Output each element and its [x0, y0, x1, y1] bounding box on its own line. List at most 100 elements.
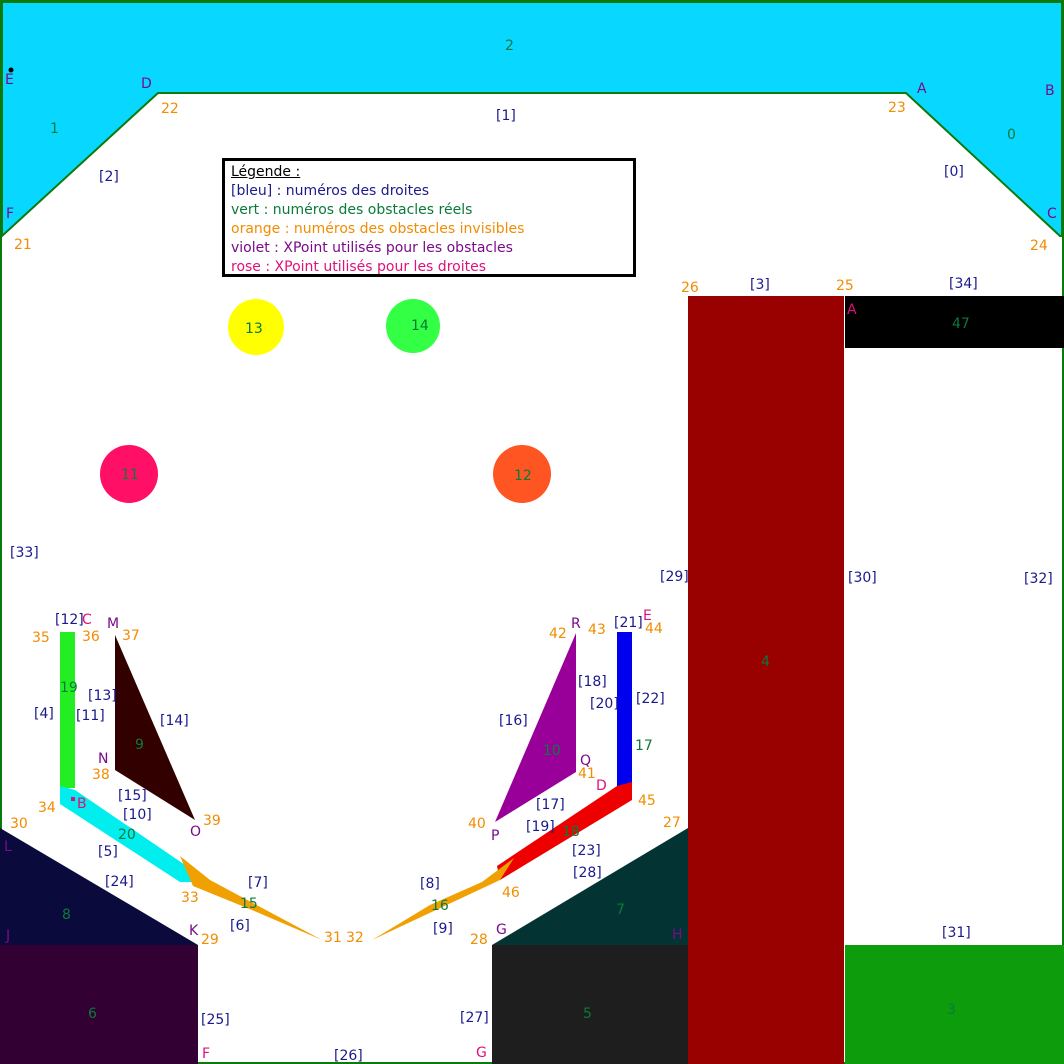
label-invisible-32: 32	[346, 930, 364, 946]
label-xpoint-H: H	[672, 927, 683, 943]
obstacle-19	[60, 632, 75, 788]
label-xpoint-Q: Q	[580, 753, 591, 769]
label-invisible-33: 33	[181, 890, 199, 906]
label-line-point-D: D	[596, 778, 607, 794]
label-xpoint-P: P	[491, 828, 499, 844]
label-xpoint-R: R	[571, 616, 581, 632]
legend-rose: rose : XPoint utilisés pour les droites	[231, 259, 486, 275]
label-line-25: [25]	[201, 1012, 230, 1028]
point-marker-b	[71, 797, 75, 801]
label-line-point-B: B	[77, 796, 87, 812]
label-invisible-24: 24	[1030, 238, 1048, 254]
label-obstacle-1: 1	[50, 121, 59, 137]
label-line-13: [13]	[88, 688, 117, 704]
label-line-31: [31]	[942, 925, 971, 941]
label-line-30: [30]	[848, 570, 877, 586]
label-invisible-28: 28	[470, 932, 488, 948]
label-obstacle-4: 4	[761, 654, 770, 670]
label-invisible-22: 22	[161, 101, 179, 117]
label-xpoint-J: J	[5, 928, 10, 944]
label-xpoint-G: G	[496, 922, 507, 938]
label-line-26: [26]	[334, 1048, 363, 1064]
label-xpoint-E: E	[5, 72, 14, 88]
label-invisible-42: 42	[549, 626, 567, 642]
label-line-16: [16]	[499, 713, 528, 729]
label-obstacle-5: 5	[583, 1006, 592, 1022]
label-line-1: [1]	[496, 108, 516, 124]
label-invisible-39: 39	[203, 813, 221, 829]
label-line-point-F: F	[202, 1046, 210, 1062]
label-obstacle-17: 17	[635, 738, 653, 754]
label-line-20: [20]	[590, 696, 619, 712]
label-obstacle-7: 7	[616, 902, 625, 918]
label-line-21: [21]	[614, 615, 643, 631]
label-line-29: [29]	[660, 569, 689, 585]
label-obstacle-11: 11	[121, 467, 139, 483]
label-line-19: [19]	[526, 819, 555, 835]
label-obstacle-20: 20	[118, 827, 136, 843]
label-obstacle-3: 3	[947, 1002, 956, 1018]
label-xpoint-L: L	[4, 839, 12, 855]
legend-green: vert : numéros des obstacles réels	[231, 202, 473, 218]
label-line-4: [4]	[34, 706, 54, 722]
label-line-12: [12]	[55, 612, 84, 628]
obstacle-6	[0, 945, 198, 1064]
label-invisible-36: 36	[82, 629, 100, 645]
legend-violet: violet : XPoint utilisés pour les obstac…	[231, 240, 513, 256]
label-invisible-23: 23	[888, 100, 906, 116]
label-xpoint-N: N	[98, 751, 108, 767]
label-obstacle-9: 9	[135, 737, 144, 753]
label-obstacle-18: 18	[562, 824, 580, 840]
label-obstacle-13: 13	[245, 321, 263, 337]
label-invisible-46: 46	[502, 885, 520, 901]
label-line-27: [27]	[460, 1010, 489, 1026]
label-line-point-A: A	[847, 302, 857, 318]
label-xpoint-K: K	[189, 923, 199, 939]
label-line-0: [0]	[944, 164, 964, 180]
label-xpoint-A: A	[917, 81, 927, 97]
label-invisible-26: 26	[681, 280, 699, 296]
label-line-28: [28]	[573, 865, 602, 881]
obstacle-5	[492, 945, 688, 1064]
label-obstacle-8: 8	[62, 907, 71, 923]
label-line-7: [7]	[248, 875, 268, 891]
label-xpoint-O: O	[190, 824, 201, 840]
legend-box: Légende : [bleu] : numéros des droites v…	[222, 158, 636, 277]
label-line-33: [33]	[10, 545, 39, 561]
label-invisible-21: 21	[14, 237, 32, 253]
label-invisible-40: 40	[468, 816, 486, 832]
obstacle-4	[688, 296, 844, 1064]
label-invisible-38: 38	[92, 767, 110, 783]
legend-orange: orange : numéros des obstacles invisible…	[231, 221, 525, 237]
label-obstacle-19: 19	[60, 680, 78, 696]
label-xpoint-D: D	[141, 76, 152, 92]
label-line-8: [8]	[420, 876, 440, 892]
label-line-15: [15]	[118, 788, 147, 804]
label-line-6: [6]	[230, 918, 250, 934]
legend-title: Légende :	[231, 164, 301, 180]
label-invisible-30: 30	[10, 816, 28, 832]
label-line-9: [9]	[433, 921, 453, 937]
label-xpoint-C: C	[1047, 206, 1057, 222]
label-line-3: [3]	[750, 277, 770, 293]
label-obstacle-10: 10	[543, 743, 561, 759]
label-invisible-25: 25	[836, 278, 854, 294]
label-line-18: [18]	[578, 674, 607, 690]
label-invisible-31: 31	[324, 930, 342, 946]
label-line-17: [17]	[536, 797, 565, 813]
label-line-24: [24]	[105, 874, 134, 890]
label-line-point-G: G	[476, 1045, 487, 1061]
label-line-32: [32]	[1024, 571, 1053, 587]
label-invisible-37: 37	[122, 628, 140, 644]
label-xpoint-F: F	[6, 206, 14, 222]
label-line-2: [2]	[99, 169, 119, 185]
label-invisible-29: 29	[201, 932, 219, 948]
label-line-point-C: C	[82, 612, 92, 628]
label-invisible-35: 35	[32, 630, 50, 646]
label-obstacle-15: 15	[240, 896, 258, 912]
label-line-23: [23]	[572, 843, 601, 859]
label-line-14: [14]	[160, 713, 189, 729]
label-obstacle-16: 16	[431, 898, 449, 914]
label-xpoint-B: B	[1045, 83, 1055, 99]
label-obstacle-0: 0	[1007, 127, 1016, 143]
